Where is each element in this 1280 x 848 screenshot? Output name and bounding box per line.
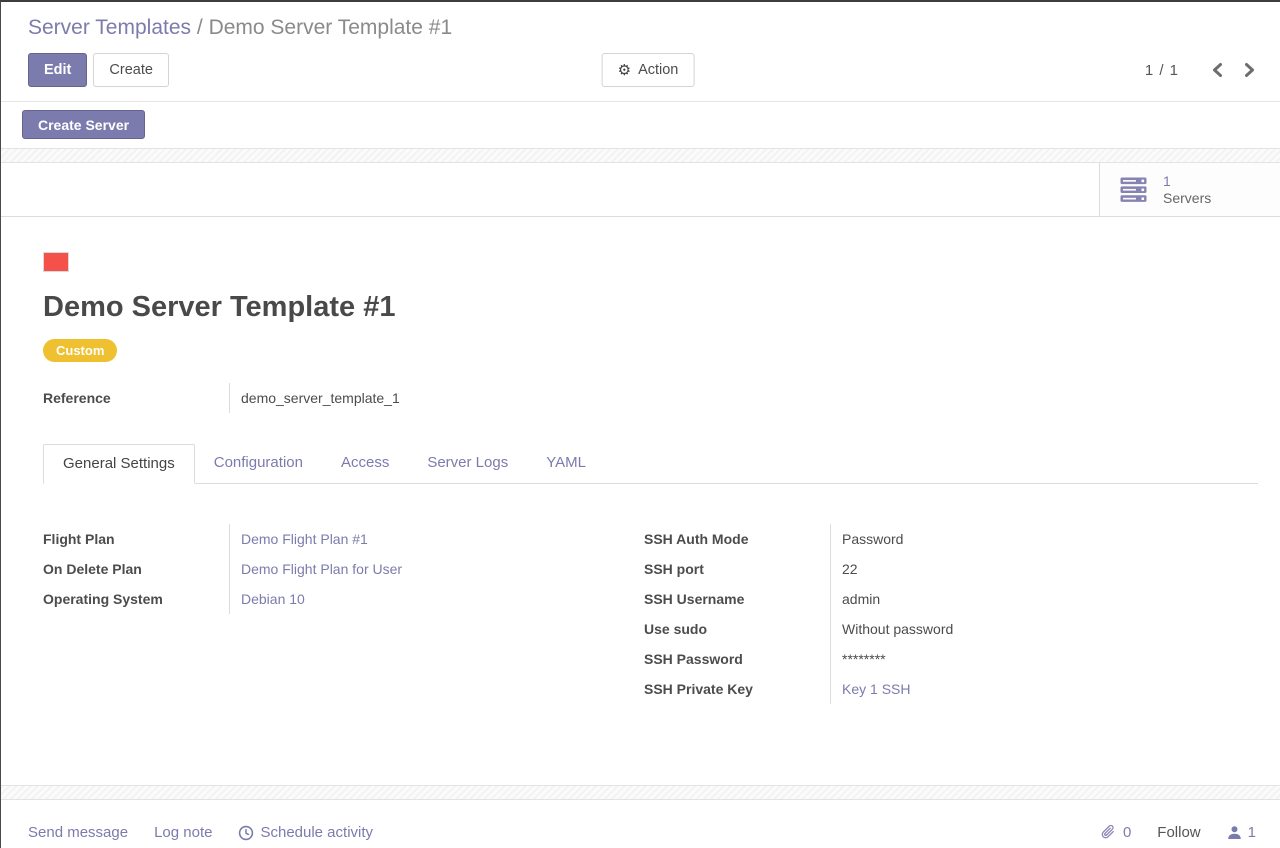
edit-button[interactable]: Edit [28,53,87,87]
field-value-flight-plan[interactable]: Demo Flight Plan #1 [229,524,644,554]
reference-row: Reference demo_server_template_1 [43,383,1258,413]
breadcrumb: Server Templates / Demo Server Template … [28,13,1256,43]
tab-yaml[interactable]: YAML [527,444,605,483]
field-value-ssh-password: ******** [830,644,1258,674]
toolbar: Edit Create ⚙ Action 1 / 1 [28,53,1256,87]
field-row: Operating System Debian 10 [43,584,644,614]
form-sheet: Demo Server Template #1 Custom Reference… [1,217,1280,785]
field-row: SSH Username admin [644,584,1258,614]
servers-count: 1 [1163,173,1211,190]
field-row: Flight Plan Demo Flight Plan #1 [43,524,644,554]
tab-server-logs[interactable]: Server Logs [408,444,527,483]
field-label-use-sudo: Use sudo [644,614,830,644]
field-row: SSH Password ******** [644,644,1258,674]
log-note-button[interactable]: Log note [154,824,212,841]
follower-count: 1 [1248,824,1256,841]
separator-band-bottom [1,785,1280,800]
page-title: Demo Server Template #1 [43,291,1258,324]
attachments-button[interactable]: 0 [1100,824,1131,841]
send-message-button[interactable]: Send message [28,824,128,841]
field-label-ssh-password: SSH Password [644,644,830,674]
action-button[interactable]: ⚙ Action [602,53,695,87]
chevron-right-icon[interactable] [1244,62,1256,78]
attachment-count: 0 [1123,824,1131,841]
field-label-ssh-username: SSH Username [644,584,830,614]
field-label-ssh-port: SSH port [644,554,830,584]
gear-icon: ⚙ [618,61,631,79]
control-panel: Server Templates / Demo Server Template … [1,2,1280,102]
field-label-operating-system: Operating System [43,584,229,614]
field-row: SSH Auth Mode Password [644,524,1258,554]
field-value-operating-system[interactable]: Debian 10 [229,584,644,614]
servers-icon [1120,177,1150,203]
notebook-tabs: General Settings Configuration Access Se… [43,444,1258,484]
field-row: Use sudo Without password [644,614,1258,644]
field-label-ssh-auth-mode: SSH Auth Mode [644,524,830,554]
field-row: SSH port 22 [644,554,1258,584]
field-value-ssh-auth-mode: Password [830,524,1258,554]
record-image [43,252,69,272]
field-group-right: SSH Auth Mode Password SSH port 22 SSH U… [644,524,1258,704]
schedule-activity-label: Schedule activity [260,824,373,841]
followers-button[interactable]: 1 [1227,824,1256,841]
servers-stat-button[interactable]: 1 Servers [1099,163,1280,216]
field-value-use-sudo: Without password [830,614,1258,644]
chevron-left-icon[interactable] [1211,62,1223,78]
tab-access[interactable]: Access [322,444,408,483]
pager-text: 1 / 1 [1145,62,1179,79]
field-label-flight-plan: Flight Plan [43,524,229,554]
breadcrumb-parent-link[interactable]: Server Templates [28,16,191,39]
field-value-ssh-port: 22 [830,554,1258,584]
chatter-bar: Send message Log note Schedule activity … [1,800,1280,848]
field-label-on-delete-plan: On Delete Plan [43,554,229,584]
field-row: On Delete Plan Demo Flight Plan for User [43,554,644,584]
servers-label: Servers [1163,190,1211,207]
clock-icon [238,825,254,841]
field-row: SSH Private Key Key 1 SSH [644,674,1258,704]
create-server-button[interactable]: Create Server [22,110,145,139]
field-groups: Flight Plan Demo Flight Plan #1 On Delet… [43,524,1258,704]
pager: 1 / 1 [1145,62,1256,79]
person-icon [1227,825,1242,840]
tab-configuration[interactable]: Configuration [195,444,322,483]
follow-button[interactable]: Follow [1157,824,1200,841]
reference-value: demo_server_template_1 [229,383,400,413]
field-value-on-delete-plan[interactable]: Demo Flight Plan for User [229,554,644,584]
schedule-activity-button[interactable]: Schedule activity [238,824,373,841]
separator-band-top [1,148,1280,163]
paperclip-icon [1100,824,1117,841]
stat-button-row: 1 Servers [1,163,1280,217]
reference-label: Reference [43,383,229,413]
custom-badge: Custom [43,339,117,362]
tab-general-settings[interactable]: General Settings [43,444,195,484]
field-label-ssh-private-key: SSH Private Key [644,674,830,704]
breadcrumb-current: Demo Server Template #1 [209,16,453,39]
breadcrumb-separator: / [197,16,203,39]
action-button-label: Action [638,62,678,78]
field-group-left: Flight Plan Demo Flight Plan #1 On Delet… [43,524,644,704]
field-value-ssh-username: admin [830,584,1258,614]
record-action-bar: Create Server [1,102,1280,148]
field-value-ssh-private-key[interactable]: Key 1 SSH [830,674,1258,704]
create-button[interactable]: Create [93,53,169,87]
